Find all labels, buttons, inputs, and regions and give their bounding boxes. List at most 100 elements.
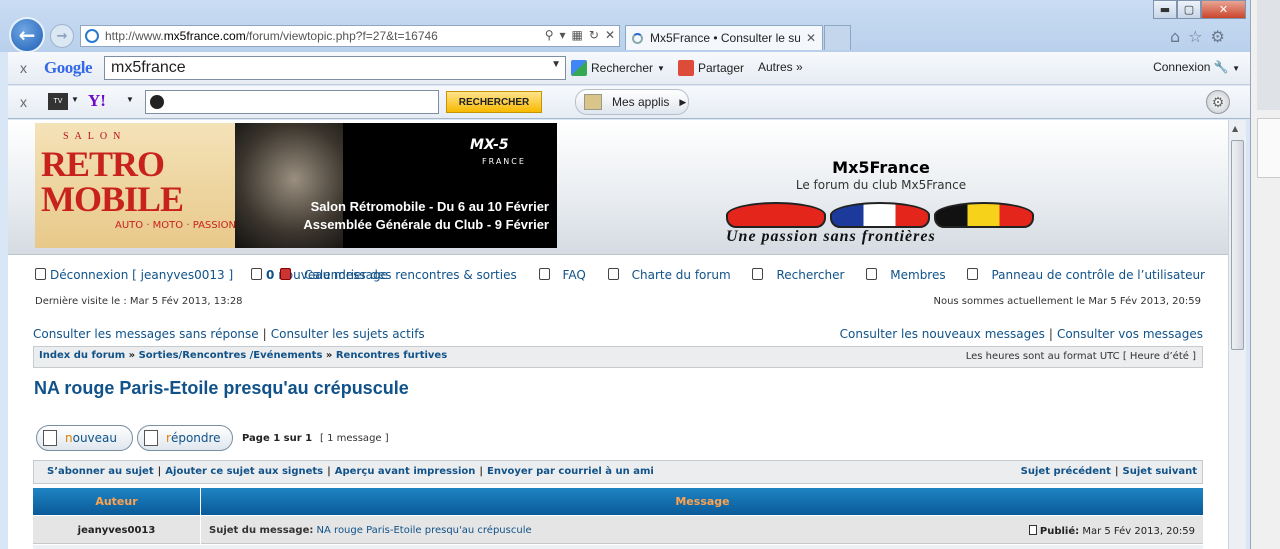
charter-label: Charte du forum [631,268,731,282]
background-window [1250,0,1280,549]
settings-gear-icon[interactable]: ⚙ [1211,27,1225,46]
google-rechercher-button[interactable]: Rechercher ▼ [571,60,665,76]
unanswered-link[interactable]: Consulter les messages sans réponse [33,327,259,341]
ucp-link[interactable]: Panneau de contrôle de l’utilisateur [958,268,1205,282]
connexion-label: Connexion [1153,60,1211,74]
refresh-icon[interactable]: ↻ [589,28,599,42]
timezone-note: Les heures sont au format UTC [ Heure d’… [965,351,1196,362]
members-label: Membres [890,268,946,282]
close-window-icon[interactable]: ✕ [1201,0,1246,19]
ucp-icon [967,268,979,280]
reply-label: épondre [170,431,221,445]
partager-button[interactable]: Partager [678,60,744,76]
wrench-icon[interactable]: 🔧 [1214,60,1229,74]
bookmark-link[interactable]: Ajouter ce sujet aux signets [165,466,323,477]
your-posts-link[interactable]: Consulter vos messages [1057,327,1203,341]
breadcrumb: Index du forum » Sorties/Rencontres /Evé… [33,346,1203,368]
connexion-button[interactable]: Connexion 🔧 ▼ [1153,60,1240,74]
mes-applis-button[interactable]: Mes applis ▶ [575,89,689,115]
stop-icon[interactable]: ✕ [605,28,615,42]
close-toolbar-icon[interactable]: x [20,60,27,76]
reply-button[interactable]: r épondre [137,425,233,451]
new-label: ouveau [72,431,117,445]
members-icon [866,268,878,280]
email-link[interactable]: Envoyer par courriel à un ami [487,466,654,477]
chevron-down-icon[interactable]: ▼ [1232,64,1240,73]
separator: | [479,466,484,477]
belgian-car-icon [934,202,1034,228]
yahoo-logo[interactable]: Y! [88,91,106,111]
faq-link[interactable]: FAQ [530,268,586,282]
tab-title: Mx5France • Consulter le su... [650,31,800,45]
back-button[interactable]: ← [9,17,45,53]
french-car-icon [830,202,930,228]
post-date: Publié: Mar 5 Fév 2013, 20:59 [1028,525,1195,537]
message-count: [ 1 message ] [320,433,389,444]
search-link[interactable]: Rechercher [743,268,844,282]
reply-icon [144,430,158,446]
post-subject-link[interactable]: NA rouge Paris-Etoile presqu'au crépuscu… [317,525,532,536]
new-tab-button[interactable] [824,25,851,50]
toolbar-settings-gear-icon[interactable]: ⚙ [1206,90,1230,114]
loading-spinner-icon [632,32,643,44]
members-link[interactable]: Membres [857,268,946,282]
new-posts-link[interactable]: Consulter les nouveaux messages [840,327,1045,341]
active-topics-link[interactable]: Consulter les sujets actifs [271,327,425,341]
tv-icon[interactable]: TV [48,93,68,110]
breadcrumb-index[interactable]: Index du forum [39,350,125,361]
search-icon[interactable]: ⚲ [545,28,554,42]
search-links-right: Consulter les nouveaux messages | Consulte… [840,327,1203,341]
autres-label: Autres » [758,60,803,74]
retromobile-banner[interactable]: SALON RETRO MOBILE AUTO · MOTO · PASSION… [35,123,557,248]
new-topic-button[interactable]: n ouveau [36,425,133,451]
chevron-down-icon[interactable]: ▼ [551,59,561,70]
post-icon[interactable] [1028,525,1037,535]
site-title: Mx5France [832,158,930,177]
dropdown-arrow-icon[interactable]: ▾ [560,28,566,42]
forum-header: SALON RETRO MOBILE AUTO · MOTO · PASSION… [8,120,1228,255]
forward-button[interactable]: → [50,24,74,48]
yahoo-rechercher-button[interactable]: RECHERCHER [446,91,542,113]
separator: | [1048,327,1053,341]
prev-topic-link[interactable]: Sujet précédent [1021,466,1111,477]
tab-close-icon[interactable]: ✕ [806,31,816,45]
calendar-link[interactable]: Calendrier des rencontres & sorties [271,268,517,282]
browser-tools: ⌂ ☆ ⚙ [1170,27,1225,46]
apps-icon [584,94,602,110]
rechercher-label: Rechercher [591,61,654,75]
breadcrumb-forum[interactable]: Rencontres furtives [336,350,447,361]
home-icon[interactable]: ⌂ [1170,27,1180,46]
next-topic-link[interactable]: Sujet suivant [1123,466,1197,477]
partager-label: Partager [698,61,745,75]
subscribe-link[interactable]: S’abonner au sujet [47,466,154,477]
breadcrumb-sep: » [325,350,333,361]
post-author[interactable]: jeanyves0013 [33,516,201,544]
topic-title[interactable]: NA rouge Paris-Etoile presqu'au crépuscu… [34,378,409,399]
yahoo-search-input[interactable] [145,90,439,114]
banner-mobile: MOBILE [41,179,184,219]
address-bar[interactable]: http://www.mx5france.com/forum/viewtopic… [80,25,620,47]
compat-view-icon[interactable]: ▦ [572,28,583,42]
vertical-scrollbar[interactable]: ▲ [1228,120,1246,549]
logout-link[interactable]: Déconnexion [ jeanyves0013 ] [35,268,233,282]
close-toolbar-icon[interactable]: x [20,94,27,110]
minimize-icon[interactable]: ▬ [1153,0,1177,19]
favorites-star-icon[interactable]: ☆ [1188,27,1202,46]
scroll-up-icon[interactable]: ▲ [1232,124,1238,133]
google-plus-icon [678,60,694,76]
maximize-icon[interactable]: ▢ [1177,0,1201,19]
chevron-down-icon[interactable]: ▼ [126,95,134,104]
posts-table-header: Auteur Message [33,488,1203,515]
calendar-label: Calendrier des rencontres & sorties [304,268,517,282]
charter-link[interactable]: Charte du forum [599,268,731,282]
breadcrumb-category[interactable]: Sorties/Rencontres /Evénements [139,350,323,361]
tab-active[interactable]: Mx5France • Consulter le su... ✕ [625,25,823,50]
google-search-input[interactable]: mx5france ▼ [104,56,566,80]
autres-button[interactable]: Autres » [758,60,803,74]
print-link[interactable]: Aperçu avant impression [335,466,476,477]
ie-page-icon [85,29,99,43]
banner-salon: SALON [63,131,127,142]
yahoo-toolbar: x TV ▼ Y! ▼ RECHERCHER Mes applis ▶ ⚙ [8,86,1250,119]
scroll-thumb[interactable] [1231,140,1244,350]
chevron-down-icon[interactable]: ▼ [71,95,79,104]
